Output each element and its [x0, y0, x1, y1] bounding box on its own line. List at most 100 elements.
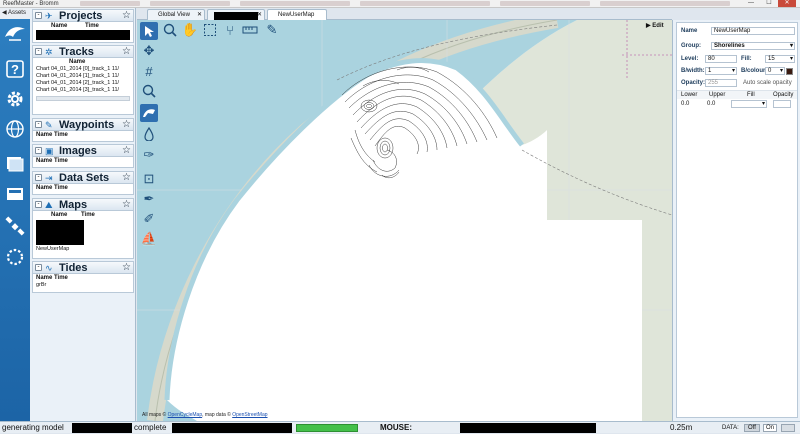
import-icon[interactable]: [4, 183, 26, 205]
list-item[interactable]: Chart 04_01_2014 [2]_track_1 11/: [33, 80, 133, 87]
maps-header[interactable]: - ⛰ Maps ☆: [33, 199, 133, 211]
opacity-field[interactable]: 255: [705, 79, 737, 87]
horizontal-scrollbar[interactable]: [36, 96, 130, 101]
waypoints-title: Waypoints: [59, 119, 115, 131]
assets-tab[interactable]: ◀ Assets: [0, 8, 30, 19]
data-on-toggle[interactable]: On: [763, 424, 777, 432]
chart-layers-icon[interactable]: [4, 153, 26, 175]
minimize-button[interactable]: —: [742, 0, 760, 7]
status-extra-button[interactable]: [781, 424, 795, 432]
fill-label: Fill:: [741, 56, 752, 62]
pencil-icon[interactable]: ✎: [263, 21, 281, 39]
tracks-header[interactable]: - ✲ Tracks ☆: [33, 46, 133, 58]
projects-title: Projects: [59, 10, 103, 22]
star-icon[interactable]: ☆: [122, 46, 131, 58]
bwidth-select[interactable]: 1: [705, 67, 737, 75]
left-rail: ◀ Assets ?: [0, 8, 30, 421]
data-off-toggle[interactable]: Off: [744, 424, 760, 432]
maximize-button[interactable]: ☐: [760, 0, 778, 7]
hand-pan-icon[interactable]: ✋: [181, 21, 199, 39]
table-row[interactable]: 0.0 0.0: [677, 100, 797, 109]
drop-icon[interactable]: [140, 125, 158, 143]
datasets-title: Data Sets: [59, 172, 110, 184]
list-item[interactable]: Chart 04_01_2014 [0]_track_1 11/: [33, 66, 133, 73]
bcolour-select[interactable]: 0: [765, 67, 785, 75]
fill-select[interactable]: 15: [765, 55, 795, 63]
tab-strip: Global View ✕ ✕ NewUserMap: [137, 8, 672, 20]
star-icon[interactable]: ☆: [122, 119, 131, 131]
projects-header[interactable]: - ✈ Projects ☆: [33, 10, 133, 22]
name-field[interactable]: NewUserMap: [711, 27, 795, 35]
star-icon[interactable]: ☆: [122, 199, 131, 211]
level-field[interactable]: 80: [705, 55, 737, 63]
box-select-icon[interactable]: [201, 21, 219, 39]
zoom-icon[interactable]: [161, 21, 179, 39]
waypoint-add-icon[interactable]: ⊡: [140, 170, 158, 188]
pan-move-icon[interactable]: ✥: [140, 42, 158, 60]
map-attribution: All maps © OpenCycleMap, map data © Open…: [142, 412, 268, 418]
auto-scale-opacity-label[interactable]: Auto scale opacity: [743, 80, 792, 86]
blurred-tab: [150, 1, 230, 6]
status-complete: complete: [134, 423, 167, 432]
col-name: Name: [36, 275, 53, 281]
fill-colour-select[interactable]: [731, 100, 767, 108]
openstreetmap-link[interactable]: OpenStreetMap: [232, 412, 267, 418]
star-icon[interactable]: ☆: [122, 145, 131, 157]
split-tool-icon[interactable]: ⑂: [221, 21, 239, 39]
collapse-toggle[interactable]: -: [35, 12, 42, 19]
title-bar: ReefMaster - Bromm — ☐ ✕: [0, 0, 800, 8]
collapse-toggle[interactable]: -: [35, 121, 42, 128]
lower-value: 0.0: [681, 101, 690, 107]
datasets-header[interactable]: - ⇥ Data Sets ☆: [33, 172, 133, 184]
star-icon[interactable]: ☆: [122, 172, 131, 184]
tracks-title: Tracks: [59, 46, 94, 58]
route-icon[interactable]: ✒: [140, 190, 158, 208]
opacity-cell[interactable]: [773, 100, 791, 108]
tides-header[interactable]: - ∿ Tides ☆: [33, 262, 133, 274]
zoom-in-icon[interactable]: [140, 82, 158, 100]
col-time: Time: [54, 132, 68, 138]
col-time: Time: [81, 212, 95, 218]
collapse-toggle[interactable]: -: [35, 48, 42, 55]
sync-icon[interactable]: [4, 246, 26, 268]
collapse-toggle[interactable]: -: [35, 201, 42, 208]
star-icon[interactable]: ☆: [122, 10, 131, 22]
globe-icon[interactable]: [4, 118, 26, 140]
settings-icon[interactable]: [4, 88, 26, 110]
list-item[interactable]: NewUserMap: [33, 246, 133, 253]
satellite-icon[interactable]: [4, 215, 26, 237]
ruler-icon[interactable]: [241, 21, 259, 39]
list-item[interactable]: Chart 04_01_2014 [3]_track_1 11/: [33, 87, 133, 94]
map-canvas[interactable]: [137, 20, 672, 421]
draw-shape-icon[interactable]: [140, 104, 158, 122]
colour-swatch[interactable]: [786, 68, 793, 75]
tab-newusermap[interactable]: NewUserMap: [267, 9, 327, 20]
star-icon[interactable]: ☆: [122, 262, 131, 274]
measure-icon[interactable]: ✐: [140, 210, 158, 228]
list-item[interactable]: grBr: [33, 282, 133, 289]
redacted-project: [36, 30, 130, 40]
pin-icon[interactable]: ✑: [140, 146, 158, 164]
grid-icon[interactable]: #: [140, 62, 158, 80]
col-opacity: Opacity: [773, 92, 794, 98]
collapse-toggle[interactable]: -: [35, 147, 42, 154]
reefmaster-logo-icon[interactable]: [2, 22, 28, 44]
close-button[interactable]: ✕: [778, 0, 796, 7]
collapse-toggle[interactable]: -: [35, 174, 42, 181]
tab-redacted[interactable]: ✕: [207, 9, 265, 20]
group-select[interactable]: Shorelines: [711, 42, 795, 50]
list-item[interactable]: Chart 04_01_2014 [1]_track_1 11/: [33, 73, 133, 80]
map-thumbnail[interactable]: [36, 220, 84, 245]
opencyclemap-link[interactable]: OpenCycleMap: [168, 412, 202, 418]
edit-button[interactable]: ▶ Edit: [646, 22, 664, 29]
waypoints-header[interactable]: - ✎ Waypoints ☆: [33, 119, 133, 131]
properties-panel: Name NewUserMap Group: Shorelines Level:…: [672, 20, 800, 421]
tab-global-view[interactable]: Global View ✕: [147, 9, 205, 20]
collapse-toggle[interactable]: -: [35, 264, 42, 271]
images-header[interactable]: - ▣ Images ☆: [33, 145, 133, 157]
help-icon[interactable]: ?: [4, 58, 26, 80]
col-fill: Fill: [747, 92, 755, 98]
select-arrow-icon[interactable]: [140, 22, 158, 40]
boat-icon[interactable]: ⛵: [140, 230, 158, 248]
datasets-columns: Name Time: [33, 184, 133, 192]
